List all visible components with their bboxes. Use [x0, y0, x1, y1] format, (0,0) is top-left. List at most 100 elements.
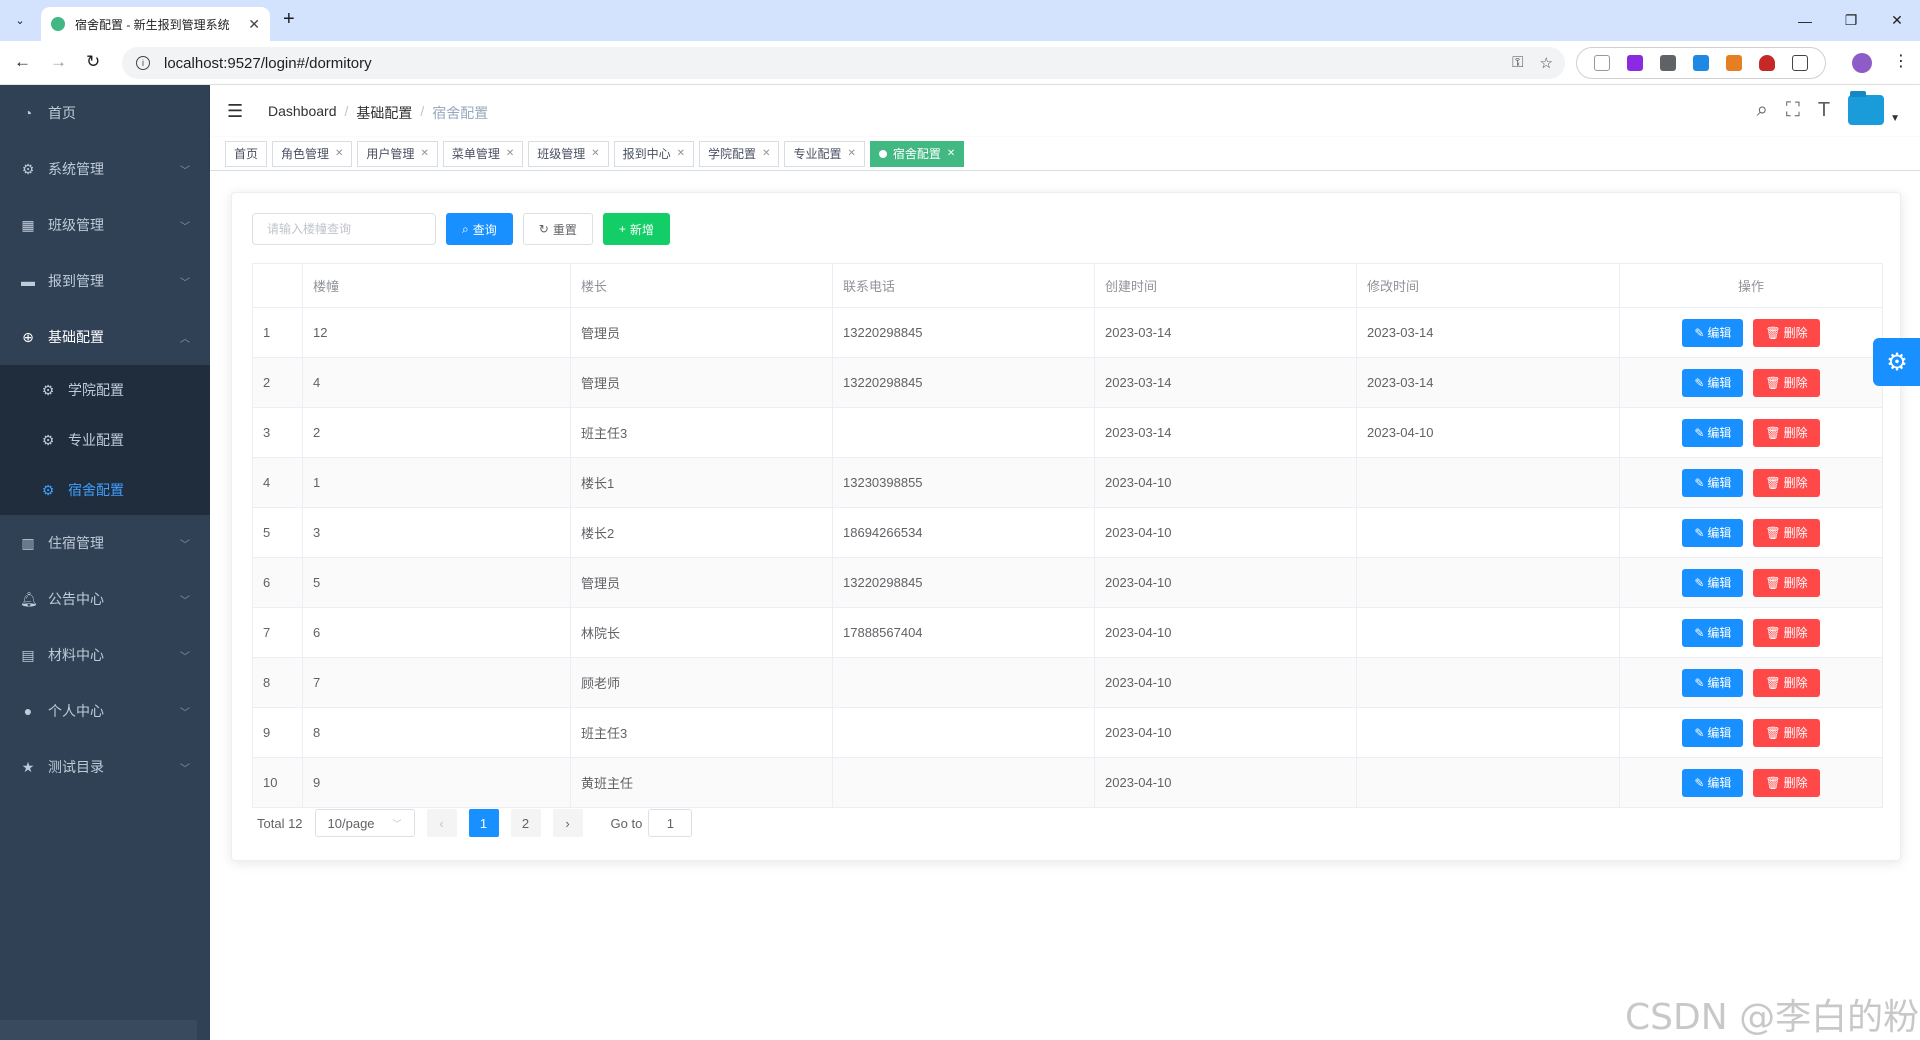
close-icon[interactable]: ✕ — [947, 148, 955, 159]
bookmark-star-icon[interactable]: ☆ — [1540, 54, 1553, 72]
sidebar-item-housing[interactable]: ▥ 住宿管理 ﹀ — [0, 515, 210, 571]
sidebar-item-dormitory-config[interactable]: ⚙ 宿舍配置 — [0, 465, 210, 515]
delete-button[interactable]: 🗑︎ 删除 — [1753, 668, 1820, 697]
font-size-icon[interactable]: T — [1818, 99, 1830, 122]
sidebar-item-home[interactable]: ◔ 首页 — [0, 85, 210, 141]
close-icon[interactable]: ✕ — [847, 148, 855, 159]
close-window-icon[interactable]: ✕ — [1874, 0, 1920, 41]
edit-button[interactable]: ✎ 编辑 — [1682, 368, 1744, 397]
prev-page-button[interactable]: ‹ — [426, 809, 457, 837]
delete-button[interactable]: 🗑︎ 删除 — [1753, 618, 1820, 647]
page-button-1[interactable]: 1 — [468, 809, 499, 837]
password-key-icon[interactable]: ⚿ — [1512, 54, 1523, 72]
page-size-value: 10/page — [327, 815, 375, 831]
tag-major-config[interactable]: 专业配置 ✕ — [784, 140, 865, 167]
tag-class-management[interactable]: 班级管理 ✕ — [528, 140, 609, 167]
search-icon[interactable]: ⌕ — [1757, 99, 1768, 122]
basic-config-submenu: ⚙ 学院配置 ⚙ 专业配置 ⚙ 宿舍配置 — [0, 365, 210, 515]
breadcrumb-basic-config[interactable]: 基础配置 — [356, 103, 412, 123]
trash-icon: 🗑︎ — [1765, 375, 1781, 390]
sidebar-item-test[interactable]: ★ 测试目录 ﹀ — [0, 739, 210, 795]
edit-button[interactable]: ✎ 编辑 — [1682, 518, 1744, 547]
sidebar-item-class[interactable]: ▦ 班级管理 ﹀ — [0, 197, 210, 253]
sidebar-item-system[interactable]: ⚙ 系统管理 ﹀ — [0, 141, 210, 197]
column-header-manager: 楼长 — [570, 263, 833, 308]
delete-button[interactable]: 🗑︎ 删除 — [1753, 568, 1820, 597]
gray-extension-icon[interactable] — [1659, 55, 1676, 71]
close-icon[interactable]: ✕ — [335, 148, 343, 159]
tag-menu-management[interactable]: 菜单管理 ✕ — [442, 140, 524, 167]
new-tab-button[interactable]: + — [283, 8, 295, 31]
url-field[interactable]: i localhost:9527/login#/dormitory ⚿ ☆ — [122, 47, 1565, 79]
delete-button[interactable]: 🗑︎ 删除 — [1753, 718, 1820, 747]
building-search-input[interactable] — [252, 213, 436, 245]
goto-page-input[interactable] — [648, 809, 693, 837]
tab-search-button[interactable]: ⌄ — [9, 9, 31, 31]
edit-button[interactable]: ✎ 编辑 — [1682, 718, 1744, 747]
sidebar-item-major-config[interactable]: ⚙ 专业配置 — [0, 415, 210, 465]
cell-created: 2023-04-10 — [1094, 657, 1357, 708]
page-size-select[interactable]: 10/page ﹀ — [314, 809, 415, 837]
breadcrumb-dashboard[interactable]: Dashboard — [268, 103, 337, 123]
edit-button[interactable]: ✎ 编辑 — [1682, 468, 1744, 497]
next-page-button[interactable]: › — [552, 809, 583, 837]
cursor-extension-icon[interactable] — [1593, 55, 1610, 71]
edit-button[interactable]: ✎ 编辑 — [1682, 568, 1744, 597]
reset-button[interactable]: ↻ 重置 — [522, 213, 593, 245]
delete-button[interactable]: 🗑︎ 删除 — [1753, 768, 1820, 797]
profile-avatar-icon[interactable] — [1852, 53, 1872, 73]
edit-button[interactable]: ✎ 编辑 — [1682, 768, 1744, 797]
puzzle-extensions-icon[interactable] — [1792, 55, 1809, 71]
orange-extension-icon[interactable] — [1726, 55, 1743, 71]
sidebar-item-materials[interactable]: ▤ 材料中心 ﹀ — [0, 627, 210, 683]
close-icon[interactable]: ✕ — [591, 148, 599, 159]
minimize-icon[interactable]: — — [1782, 0, 1828, 41]
tag-dormitory-config[interactable]: 宿舍配置 ✕ — [869, 140, 965, 167]
sidebar-item-notices[interactable]: 🔔︎ 公告中心 ﹀ — [0, 571, 210, 627]
sidebar-item-profile[interactable]: ● 个人中心 ﹀ — [0, 683, 210, 739]
site-info-icon[interactable]: i — [136, 56, 150, 70]
edit-button[interactable]: ✎ 编辑 — [1682, 618, 1744, 647]
delete-button[interactable]: 🗑︎ 删除 — [1753, 418, 1820, 447]
close-tab-icon[interactable]: ✕ — [248, 16, 260, 33]
page-button-2[interactable]: 2 — [510, 809, 541, 837]
shield-extension-icon[interactable] — [1759, 55, 1776, 71]
close-icon[interactable]: ✕ — [420, 148, 428, 159]
edit-button[interactable]: ✎ 编辑 — [1682, 418, 1744, 447]
delete-button[interactable]: 🗑︎ 删除 — [1753, 468, 1820, 497]
sidebar-scrollbar[interactable] — [0, 1020, 197, 1040]
sidebar-item-college-config[interactable]: ⚙ 学院配置 — [0, 365, 210, 415]
browser-menu-icon[interactable]: ⋮ — [1893, 51, 1909, 71]
hamburger-icon[interactable]: ☰ — [227, 101, 243, 122]
edit-button[interactable]: ✎ 编辑 — [1682, 668, 1744, 697]
browser-tab[interactable]: 宿舍配置 - 新生报到管理系统 ✕ — [41, 7, 270, 41]
delete-button[interactable]: 🗑︎ 删除 — [1753, 518, 1820, 547]
settings-gear-button[interactable]: ⚙ — [1873, 338, 1920, 386]
purple-extension-icon[interactable] — [1626, 55, 1643, 71]
sidebar-item-label: 首页 — [48, 105, 76, 121]
tag-college-config[interactable]: 学院配置 ✕ — [699, 140, 780, 167]
fullscreen-icon[interactable]: ⛶ — [1786, 99, 1800, 122]
restore-icon[interactable]: ❐ — [1828, 0, 1874, 41]
avatar[interactable] — [1848, 91, 1885, 125]
close-icon[interactable]: ✕ — [762, 148, 770, 159]
edit-button[interactable]: ✎ 编辑 — [1682, 318, 1744, 347]
delete-button[interactable]: 🗑︎ 删除 — [1753, 368, 1820, 397]
add-button[interactable]: + 新增 — [602, 213, 670, 245]
forward-icon[interactable]: → — [50, 52, 67, 72]
caret-down-icon[interactable]: ▼ — [1890, 113, 1900, 124]
tag-checkin-center[interactable]: 报到中心 ✕ — [613, 140, 695, 167]
tag-user-management[interactable]: 用户管理 ✕ — [357, 140, 438, 167]
tag-home[interactable]: 首页 — [225, 140, 268, 167]
blue-extension-icon[interactable] — [1692, 55, 1709, 71]
back-icon[interactable]: ← — [14, 52, 31, 72]
tag-role-management[interactable]: 角色管理 ✕ — [272, 140, 353, 167]
sidebar-item-checkin[interactable]: ▬ 报到管理 ﹀ — [0, 253, 210, 309]
sidebar-item-basic-config[interactable]: ⊕ 基础配置 ︿ — [0, 309, 210, 365]
close-icon[interactable]: ✕ — [677, 148, 685, 159]
query-button[interactable]: ⌕ 查询 — [446, 213, 513, 245]
breadcrumb-separator: / — [420, 103, 425, 119]
delete-button[interactable]: 🗑︎ 删除 — [1753, 318, 1820, 347]
close-icon[interactable]: ✕ — [506, 148, 514, 159]
reload-icon[interactable]: ↻ — [86, 52, 100, 72]
